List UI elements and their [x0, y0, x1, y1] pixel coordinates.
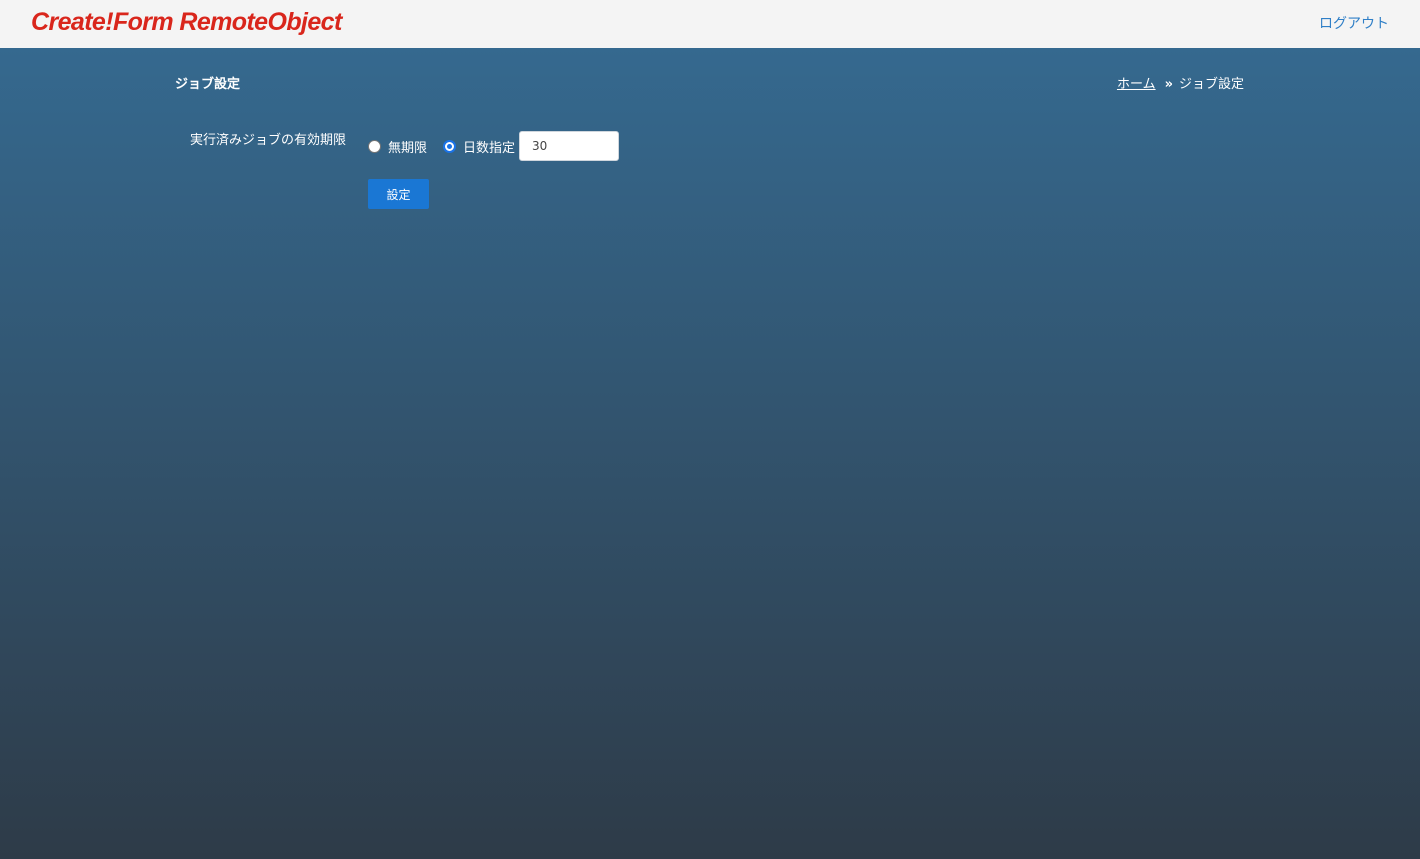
radio-days-label[interactable]: 日数指定 [463, 137, 515, 156]
job-expiry-label: 実行済みジョブの有効期限 [190, 133, 347, 148]
radio-unlimited-label[interactable]: 無期限 [388, 137, 427, 156]
breadcrumb-home-link[interactable]: ホーム [1117, 77, 1156, 92]
breadcrumb-current: ジョブ設定 [1178, 77, 1244, 92]
top-bar: Create!Form RemoteObject ログアウト [0, 0, 1420, 48]
radio-unlimited[interactable] [368, 139, 381, 153]
breadcrumb: ホーム » ジョブ設定 [1117, 76, 1244, 93]
expiry-options: 無期限 日数指定 [368, 131, 620, 161]
submit-button[interactable]: 設定 [368, 179, 429, 209]
breadcrumb-separator: » [1164, 77, 1173, 92]
radio-days[interactable] [443, 139, 457, 153]
days-input[interactable] [519, 131, 620, 161]
logout-link[interactable]: ログアウト [1319, 15, 1389, 33]
page-title: ジョブ設定 [175, 77, 241, 92]
app-logo[interactable]: Create!Form RemoteObject [31, 6, 342, 38]
